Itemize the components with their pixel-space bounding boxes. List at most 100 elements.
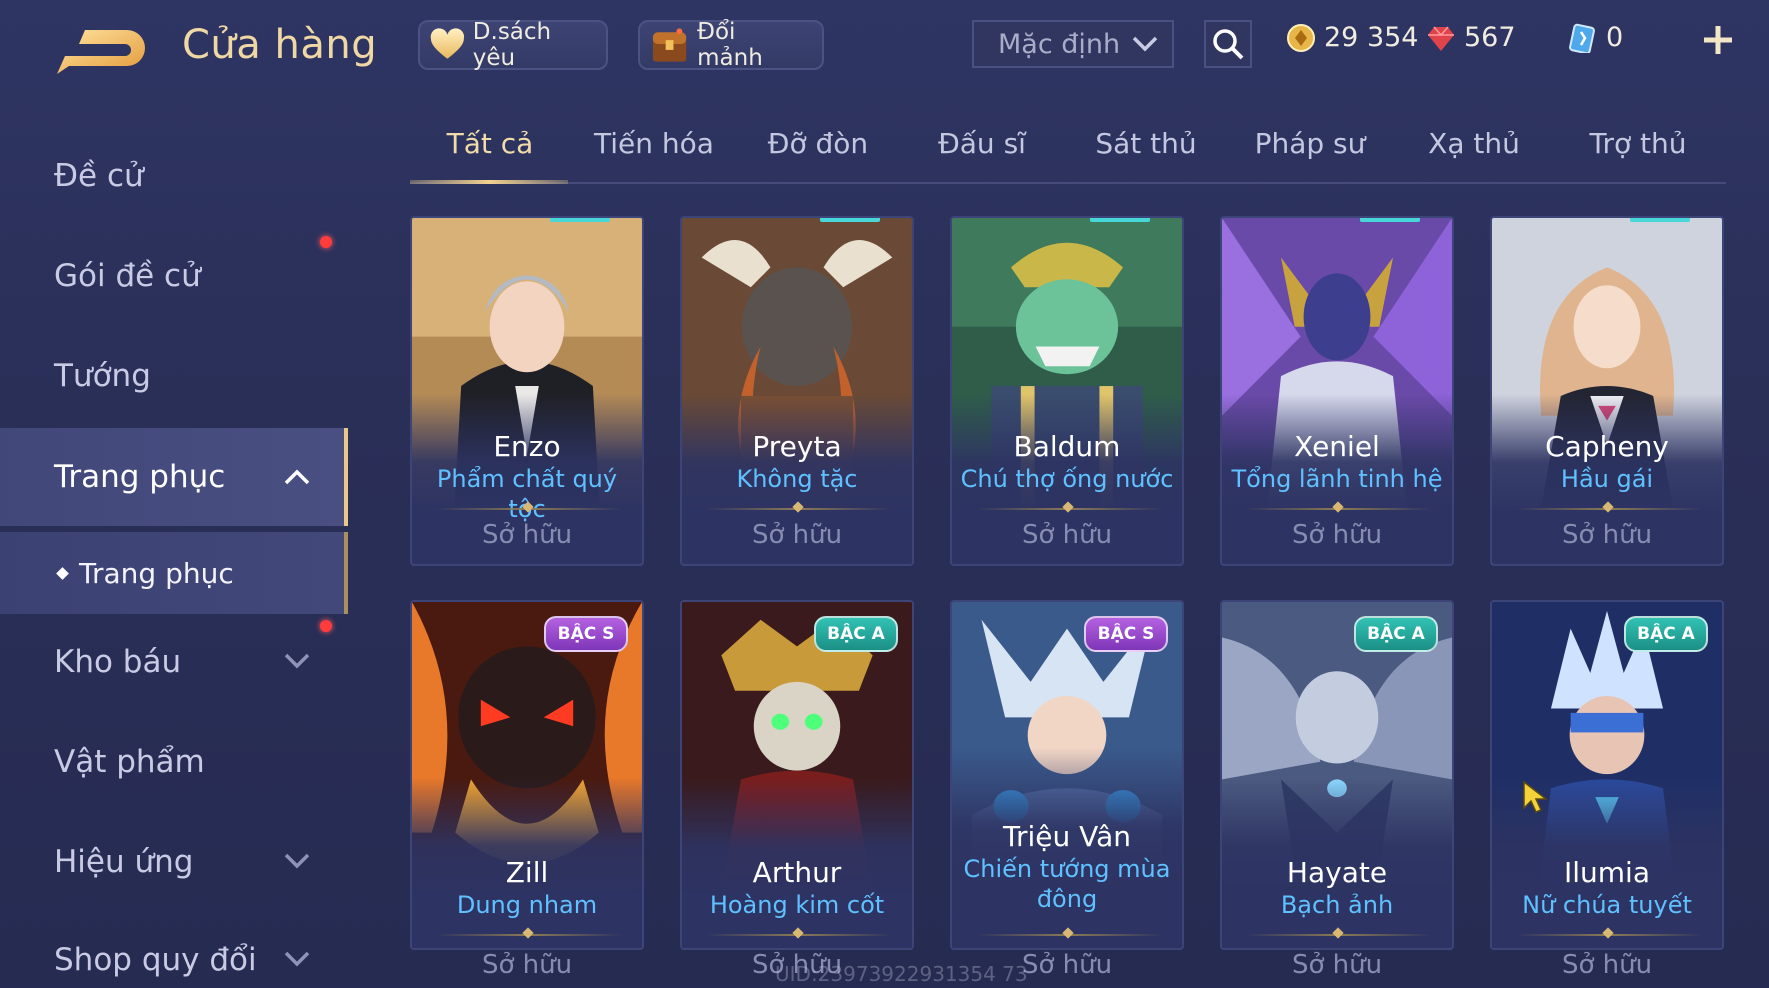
back-arrow-icon[interactable] xyxy=(55,26,147,76)
chevron-down-icon xyxy=(284,853,310,869)
sidebar-item-items[interactable]: Vật phẩm xyxy=(0,716,348,808)
row2-status-strip: Sở hữu Sở hữu Sở hữu Sở hữu Sở hữu xyxy=(410,950,1726,988)
search-icon xyxy=(1213,29,1244,60)
divider xyxy=(706,508,892,510)
gold-balance: 29 354 xyxy=(1286,22,1418,53)
skin-name: Nữ chúa tuyết xyxy=(1522,891,1692,919)
gem-balance: 567 xyxy=(1426,22,1516,53)
sidebar-item-treasure[interactable]: Kho báu xyxy=(0,616,348,708)
sidebar-item-label: Trang phục xyxy=(54,459,226,495)
uid-watermark: UID:23973922931354 73 xyxy=(775,962,1028,986)
tab-evolution[interactable]: Tiến hóa xyxy=(574,118,734,182)
sidebar-item-label: Shop quy đổi xyxy=(54,942,257,978)
exchange-shards-button[interactable]: Đổi mảnh xyxy=(638,19,824,71)
skin-name: Hoàng kim cốt xyxy=(709,891,885,919)
skin-name: Tổng lãnh tinh hệ xyxy=(1231,465,1443,493)
skin-name: Phẩm chất quý tộc xyxy=(436,465,618,523)
skin-card[interactable]: Baldum Chú thợ ống nước Sở hữu xyxy=(950,216,1184,566)
heart-icon xyxy=(430,28,465,59)
skin-card[interactable]: Enzo Phẩm chất quý tộc Sở hữu xyxy=(410,216,644,566)
tier-badge-a: BẬC A xyxy=(814,616,898,652)
skin-name: Dung nham xyxy=(456,891,598,919)
hero-name: Zill xyxy=(505,856,549,889)
chest-icon xyxy=(652,28,687,62)
sidebar-subitem-label: Trang phục xyxy=(79,556,234,590)
favorites-label: D.sách yêu xyxy=(472,19,552,71)
top-bar: Cửa hàng D.sách yêu Đổi mảnh Mặc định 29… xyxy=(0,0,1769,90)
tab-mage[interactable]: Pháp sư xyxy=(1230,118,1390,182)
sidebar-item-recommended[interactable]: Đề cử xyxy=(0,130,348,222)
skin-card[interactable]: BẬC A Hayate Bạch ảnh xyxy=(1220,600,1454,950)
sidebar-item-label: Hiệu ứng xyxy=(54,844,194,880)
skin-card[interactable]: Xeniel Tổng lãnh tinh hệ Sở hữu xyxy=(1220,216,1454,566)
skin-card[interactable]: BẬC A Arthur Hoàng kim cốt xyxy=(680,600,914,950)
sidebar-item-effects[interactable]: Hiệu ứng xyxy=(0,816,348,908)
sidebar-item-recommended-packs[interactable]: Gói đề cử xyxy=(0,230,348,322)
sidebar-item-label: Đề cử xyxy=(54,158,144,194)
search-button[interactable] xyxy=(1204,20,1252,68)
divider xyxy=(1246,934,1432,936)
sidebar-item-exchange-shop[interactable]: Shop quy đổi xyxy=(0,914,348,988)
sidebar: Đề cử Gói đề cử Tướng Trang phục Trang p… xyxy=(0,120,348,988)
hero-name: Capheny xyxy=(1545,430,1669,463)
favorites-button[interactable]: D.sách yêu xyxy=(418,19,608,71)
skin-card[interactable]: Capheny Hầu gái Sở hữu xyxy=(1490,216,1724,566)
ownership-status: Sở hữu xyxy=(481,950,573,980)
sidebar-subitem-skins[interactable]: Trang phục xyxy=(0,532,348,614)
tab-marksman[interactable]: Xạ thủ xyxy=(1394,118,1554,182)
skin-card[interactable]: BẬC A Ilumia Nữ chúa tuyết xyxy=(1490,600,1724,950)
tab-support[interactable]: Trợ thủ xyxy=(1558,118,1718,182)
divider xyxy=(436,934,622,936)
new-marker xyxy=(820,218,880,222)
gold-amount: 29 354 xyxy=(1324,22,1419,53)
page-title: Cửa hàng xyxy=(182,22,378,68)
new-marker xyxy=(1360,218,1420,222)
hero-name: Arthur xyxy=(752,856,842,889)
bullet-icon xyxy=(56,566,69,580)
exchange-label: Đổi mảnh xyxy=(697,19,763,71)
tab-all[interactable]: Tất cả xyxy=(410,118,570,184)
divider xyxy=(1516,508,1702,510)
tab-tank[interactable]: Đỡ đòn xyxy=(738,118,898,182)
divider xyxy=(436,508,622,510)
voucher-icon xyxy=(1569,23,1595,53)
hero-name: Triệu Vân xyxy=(1002,820,1132,853)
pointer-cursor-icon xyxy=(1523,780,1548,813)
hero-name: Ilumia xyxy=(1564,856,1650,889)
tier-badge-a: BẬC A xyxy=(1354,616,1438,652)
sort-dropdown[interactable]: Mặc định xyxy=(972,20,1174,68)
skin-name: Hầu gái xyxy=(1560,465,1654,493)
tier-badge-s: BẬC S xyxy=(544,616,628,652)
skin-card[interactable]: BẬC S Triệu Vân Chiến tướng mùa đông xyxy=(950,600,1184,950)
gold-coin-icon xyxy=(1287,23,1315,52)
hero-name: Baldum xyxy=(1013,430,1121,463)
sidebar-item-label: Kho báu xyxy=(54,644,182,680)
tab-fighter[interactable]: Đấu sĩ xyxy=(902,118,1062,182)
sidebar-item-label: Vật phẩm xyxy=(54,744,205,780)
category-tabs: Tất cả Tiến hóa Đỡ đòn Đấu sĩ Sát thủ Ph… xyxy=(410,118,1726,184)
ownership-status: Sở hữu xyxy=(751,520,843,550)
sidebar-item-skins[interactable]: Trang phục xyxy=(0,428,348,526)
divider xyxy=(706,934,892,936)
sidebar-item-label: Tướng xyxy=(54,358,151,394)
skin-card[interactable]: Preyta Không tặc Sở hữu xyxy=(680,216,914,566)
divider xyxy=(976,934,1162,936)
skin-name: Không tặc xyxy=(736,465,858,493)
ownership-status: Sở hữu xyxy=(1561,520,1653,550)
new-marker xyxy=(550,218,610,222)
hero-name: Hayate xyxy=(1286,856,1388,889)
chevron-up-icon xyxy=(284,469,310,485)
plus-icon[interactable] xyxy=(1700,22,1736,58)
ownership-status: Sở hữu xyxy=(1291,520,1383,550)
divider xyxy=(976,508,1162,510)
tier-badge-s: BẬC S xyxy=(1084,616,1168,652)
divider xyxy=(1516,934,1702,936)
new-marker xyxy=(1090,218,1150,222)
skin-card[interactable]: BẬC S Zill Dung nham xyxy=(410,600,644,950)
hero-name: Preyta xyxy=(752,430,842,463)
sidebar-item-label: Gói đề cử xyxy=(54,258,201,294)
chevron-down-icon xyxy=(284,653,310,669)
tab-assassin[interactable]: Sát thủ xyxy=(1066,118,1226,182)
tier-badge-a: BẬC A xyxy=(1624,616,1708,652)
sidebar-item-heroes[interactable]: Tướng xyxy=(0,330,348,422)
